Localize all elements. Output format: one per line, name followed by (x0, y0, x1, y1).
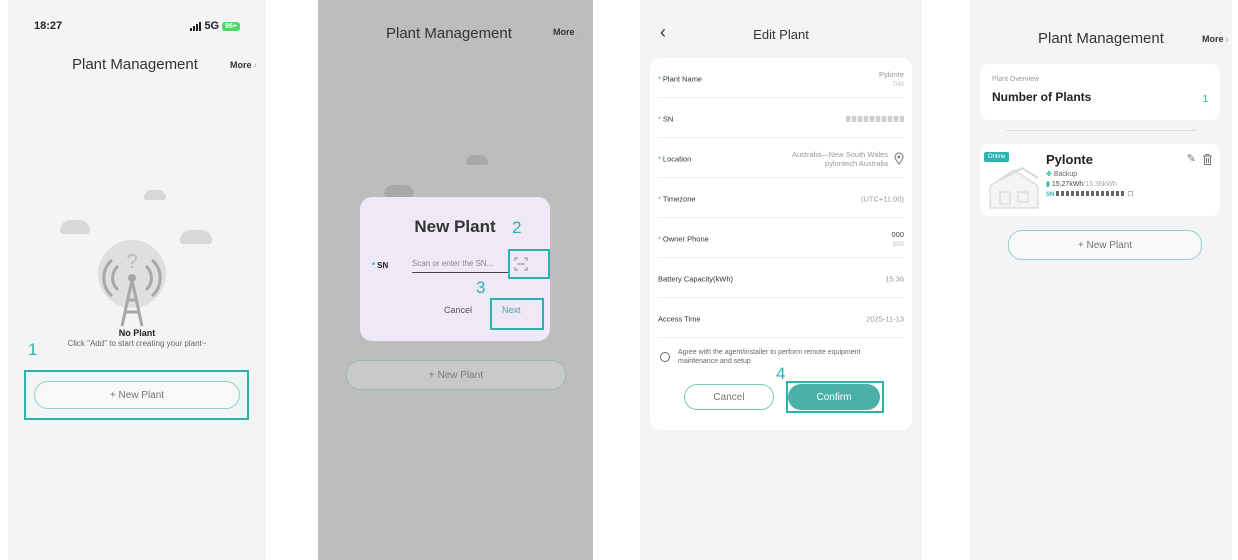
step-highlight (786, 381, 884, 413)
cloud-icon (466, 155, 488, 165)
cloud-icon (144, 190, 166, 200)
screen-plant-list: Plant Management More › Plant Overview Nu… (970, 0, 1232, 560)
status-signal: 5G 96+ (190, 20, 240, 32)
new-plant-button[interactable]: + New Plant (1008, 230, 1202, 260)
agree-radio[interactable] (660, 352, 670, 362)
step-highlight (508, 249, 550, 279)
plant-energy: ▮ 15.27kWh/15.36kWh (1046, 181, 1117, 188)
dialog-title: New Plant (414, 217, 496, 236)
signal-bars-icon (190, 21, 202, 31)
online-badge: Online (984, 152, 1010, 162)
cloud-icon (60, 220, 90, 234)
overview-title: Number of Plants (992, 90, 1092, 104)
status-bar: 18:27 5G 96+ (8, 20, 266, 36)
cancel-button[interactable]: Cancel (684, 384, 774, 410)
plant-type: ✤ Backup (1046, 171, 1078, 178)
sn-label: * SN (372, 261, 389, 270)
sn-redacted (1056, 191, 1127, 196)
empty-hint: Click "Add" to start creating your plant… (67, 339, 207, 348)
location-pin-icon[interactable] (894, 152, 904, 165)
field-location[interactable]: * Location Australia—New South Wales pylon… (658, 140, 904, 178)
plant-name: Pylonte (1046, 152, 1093, 167)
field-battery-capacity: Battery Capacity(kWh) 15.36 (658, 260, 904, 298)
step-number: 2 (512, 218, 522, 237)
svg-text:?: ? (126, 251, 137, 273)
overview-count: 1 (1202, 94, 1208, 105)
divider (1006, 130, 1196, 131)
page-title: Plant Management (386, 25, 512, 42)
house-icon (989, 166, 1039, 209)
fan-icon: ✤ (1046, 171, 1052, 178)
empty-title: No Plant (118, 328, 156, 338)
field-timezone[interactable]: * Timezone (UTC+11:00) (658, 180, 904, 218)
more-button[interactable]: More › (1202, 34, 1229, 44)
screen-edit-plant: ‹ Edit Plant * Plant Name Pylonte 7/40 * SN… (640, 0, 922, 560)
plant-card[interactable]: Online Pylonte ✤ Backup ▮ 15.27kWh/15.36… (980, 144, 1220, 216)
field-sn[interactable]: * SN (658, 100, 904, 138)
cloud-icon (384, 185, 414, 197)
edit-pencil-icon[interactable]: ✎ (1187, 152, 1196, 165)
page-title: Plant Management (1038, 30, 1164, 47)
sn-input[interactable]: Scan or enter the SN... (412, 259, 508, 273)
step-number: 1 (28, 340, 38, 359)
overview-label: Plant Overview (992, 76, 1040, 83)
screen-new-plant-dialog: Plant Management More › New Plant * SN Sca… (318, 0, 593, 560)
radio-tower-icon: ? (98, 240, 166, 327)
step-highlight (24, 370, 249, 420)
cancel-button[interactable]: Cancel (444, 305, 472, 315)
battery-icon: ▮ (1046, 181, 1050, 188)
new-plant-button[interactable]: + New Plant (346, 360, 566, 390)
plant-overview-card: Plant Overview Number of Plants 1 (980, 64, 1220, 120)
sn-value-redacted (846, 115, 904, 122)
status-time: 18:27 (34, 20, 63, 32)
step-number: 3 (476, 278, 486, 297)
page-title: Plant Management (72, 56, 198, 73)
plant-sn: SN ❐ (1046, 191, 1134, 198)
field-plant-name[interactable]: * Plant Name Pylonte 7/40 (658, 60, 904, 98)
cloud-icon (180, 230, 212, 244)
more-button[interactable]: More › (553, 27, 580, 37)
delete-trash-icon[interactable] (1203, 154, 1212, 165)
screen-no-plant: 18:27 5G 96+ Plant Management More › ? No… (8, 0, 266, 560)
copy-icon: ❐ (1127, 192, 1134, 198)
field-owner-phone[interactable]: * Owner Phone 000 3/20 (658, 220, 904, 258)
step-highlight (490, 298, 544, 330)
more-button[interactable]: More › (230, 60, 257, 70)
field-access-time: Access Time 2025-11-13 (658, 300, 904, 338)
page-title: Edit Plant (753, 27, 809, 42)
network-label: 5G (204, 20, 220, 32)
battery-icon: 96+ (222, 21, 240, 31)
step-number: 4 (776, 364, 786, 383)
